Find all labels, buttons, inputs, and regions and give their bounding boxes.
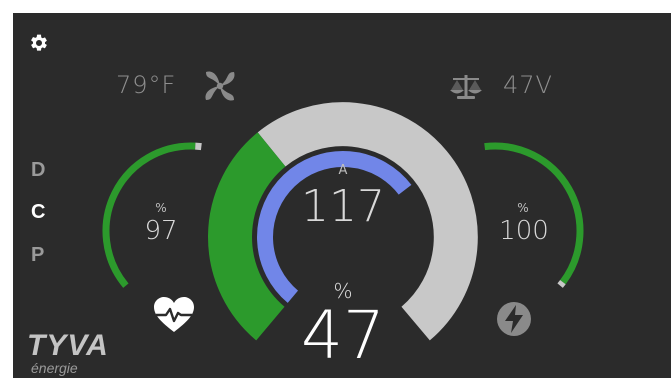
dashboard-panel: D C P 79°F 47V % 97 % 100 A 117 % 47 TYV… xyxy=(13,13,671,378)
screen: D C P 79°F 47V % 97 % 100 A 117 % 47 TYV… xyxy=(0,0,671,378)
health-gauge-tip xyxy=(195,142,202,151)
brand-logo: TYVA énergie xyxy=(27,329,109,376)
gear-icon[interactable] xyxy=(29,33,49,53)
current-value: 117 xyxy=(301,181,385,232)
temperature-value: 79°F xyxy=(116,71,177,99)
heart-pulse-icon xyxy=(154,297,194,332)
voltage-value: 47V xyxy=(503,71,553,99)
health-value: 97 xyxy=(144,216,178,246)
health-unit: % xyxy=(155,201,167,215)
mode-d[interactable]: D xyxy=(31,159,51,182)
mode-p[interactable]: P xyxy=(31,244,51,267)
battery-value: 47 xyxy=(301,297,385,374)
power-unit: % xyxy=(517,201,529,215)
brand-subtitle: énergie xyxy=(31,360,78,376)
mode-c[interactable]: C xyxy=(31,201,51,224)
brand-name: TYVA xyxy=(27,329,109,362)
lightning-bolt-icon xyxy=(497,302,531,336)
power-value: 100 xyxy=(499,216,549,246)
current-unit: A xyxy=(338,163,348,178)
fan-icon xyxy=(205,71,235,101)
power-gauge-tip xyxy=(557,280,566,288)
balance-scale-icon xyxy=(450,75,482,99)
